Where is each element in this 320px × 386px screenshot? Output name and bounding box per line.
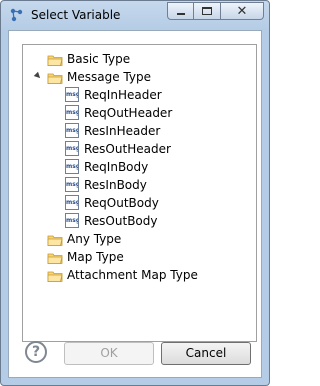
tree-item-label: Any Type xyxy=(67,232,122,246)
tree-item-label: Map Type xyxy=(67,250,124,264)
folder-icon xyxy=(47,53,63,66)
tree-item-folder[interactable]: Message Type xyxy=(23,68,256,86)
app-icon xyxy=(10,8,23,22)
title-bar[interactable]: Select Variable ✕ xyxy=(1,1,269,29)
tree-item-label: ResInBody xyxy=(84,178,147,192)
tree-item-label: ResInHeader xyxy=(84,124,161,138)
message-icon: msg xyxy=(65,105,79,120)
folder-icon xyxy=(47,71,63,84)
tree-item-message[interactable]: msg ResOutBody xyxy=(23,212,256,230)
tree-item-folder[interactable]: Attachment Map Type xyxy=(23,266,256,284)
tree-item-folder[interactable]: Any Type xyxy=(23,230,256,248)
tree-item-label: Attachment Map Type xyxy=(67,268,198,282)
minimize-icon xyxy=(177,13,185,15)
dialog-window: Select Variable ✕ Basic Type Message Type… xyxy=(0,0,270,386)
message-icon: msg xyxy=(65,213,79,228)
tree-item-label: ResOutHeader xyxy=(84,142,171,156)
tree-item-message[interactable]: msg ResInBody xyxy=(23,176,256,194)
message-icon: msg xyxy=(65,87,79,102)
tree-item-message[interactable]: msg ResInHeader xyxy=(23,122,256,140)
message-icon: msg xyxy=(65,141,79,156)
message-icon: msg xyxy=(65,195,79,210)
dialog-content: Basic Type Message Type msg ReqInHeader msg R… xyxy=(8,30,262,378)
folder-icon xyxy=(47,251,63,264)
cancel-button[interactable]: Cancel xyxy=(161,342,251,365)
message-icon: msg xyxy=(65,123,79,138)
tree-item-label: ReqInHeader xyxy=(84,88,162,102)
tree-item-label: ReqOutBody xyxy=(84,196,159,210)
tree-item-folder[interactable]: Map Type xyxy=(23,248,256,266)
minimize-button[interactable] xyxy=(167,2,194,20)
tree-item-label: ReqOutHeader xyxy=(84,106,173,120)
message-icon: msg xyxy=(65,177,79,192)
tree-item-label: Message Type xyxy=(67,70,151,84)
expand-arrow-icon[interactable] xyxy=(33,71,43,81)
maximize-button[interactable] xyxy=(194,2,221,20)
help-icon[interactable]: ? xyxy=(25,341,47,363)
message-icon: msg xyxy=(65,159,79,174)
tree-item-message[interactable]: msg ReqInHeader xyxy=(23,86,256,104)
tree-item-label: ReqInBody xyxy=(84,160,149,174)
tree-item-message[interactable]: msg ReqOutBody xyxy=(23,194,256,212)
window-title: Select Variable xyxy=(31,8,121,22)
folder-icon xyxy=(47,269,63,282)
tree-item-message[interactable]: msg ReqInBody xyxy=(23,158,256,176)
tree-item-folder[interactable]: Basic Type xyxy=(23,50,256,68)
window-controls: ✕ xyxy=(167,2,264,20)
ok-button[interactable]: OK xyxy=(64,342,154,365)
close-icon: ✕ xyxy=(236,4,248,19)
maximize-icon xyxy=(202,7,212,15)
tree-item-label: Basic Type xyxy=(67,52,131,66)
variable-tree[interactable]: Basic Type Message Type msg ReqInHeader msg R… xyxy=(22,44,257,342)
tree-item-message[interactable]: msg ResOutHeader xyxy=(23,140,256,158)
tree-item-message[interactable]: msg ReqOutHeader xyxy=(23,104,256,122)
close-button[interactable]: ✕ xyxy=(221,2,264,20)
tree-item-label: ResOutBody xyxy=(84,214,158,228)
folder-icon xyxy=(47,233,63,246)
